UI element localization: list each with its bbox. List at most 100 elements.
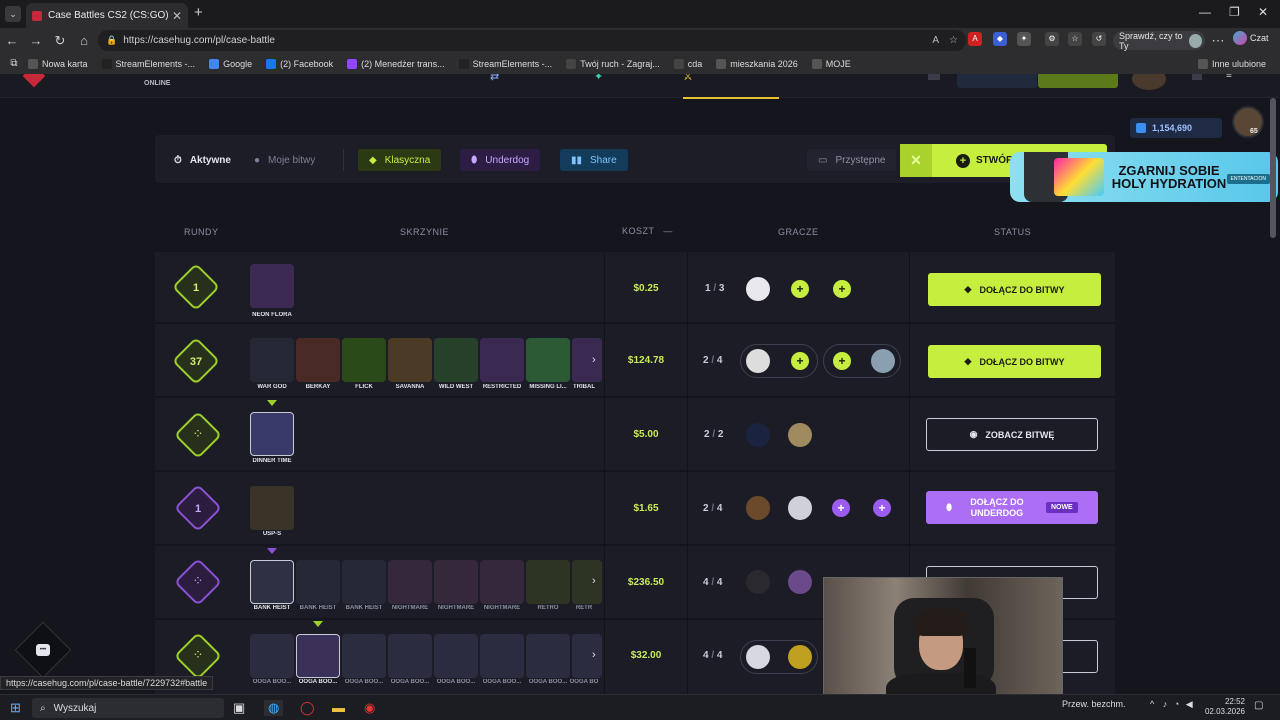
case-image[interactable] xyxy=(250,338,294,382)
extensions-icon[interactable]: ✦ xyxy=(1017,32,1031,46)
tray-chevron-icon[interactable]: ^ xyxy=(1150,699,1154,709)
filter-accessible[interactable]: ▭ Przystępne xyxy=(807,149,897,171)
casehug-logo-icon[interactable] xyxy=(22,74,46,88)
bookmark-item[interactable]: MOJE xyxy=(811,58,851,69)
bookmark-item[interactable]: StreamElements -... xyxy=(101,58,195,69)
chevron-right-icon[interactable]: › xyxy=(592,575,596,587)
split-screen-icon[interactable]: ⚙ xyxy=(1045,32,1059,46)
user-avatar[interactable] xyxy=(1232,106,1264,138)
player-avatar[interactable] xyxy=(788,423,812,447)
case-image[interactable] xyxy=(572,560,602,604)
weather-label[interactable]: Przew. bezchm. xyxy=(1062,699,1126,709)
favorite-star-icon[interactable]: ☆ xyxy=(949,35,958,46)
case-image[interactable] xyxy=(480,560,524,604)
case-image[interactable] xyxy=(296,560,340,604)
favorites-icon[interactable]: ☆ xyxy=(1068,32,1082,46)
tab-view-icon[interactable]: ⧉ xyxy=(0,58,28,69)
case-image[interactable] xyxy=(342,634,386,678)
bookmark-item[interactable]: StreamElements -... xyxy=(458,58,552,69)
filter-active[interactable]: ⏱ Aktywne xyxy=(163,149,242,171)
case-image[interactable] xyxy=(434,338,478,382)
bookmark-item[interactable]: Twój ruch - Zagraj... xyxy=(566,58,660,69)
read-aloud-icon[interactable]: A xyxy=(932,35,939,46)
player-avatar[interactable] xyxy=(746,645,770,669)
notifications-icon[interactable]: ▢ xyxy=(1254,700,1263,711)
case-image[interactable] xyxy=(572,634,602,678)
case-image[interactable] xyxy=(526,634,570,678)
refresh-icon[interactable]: ↻ xyxy=(48,33,72,49)
bookmark-item[interactable]: cda xyxy=(673,58,702,69)
case-image[interactable] xyxy=(526,560,570,604)
deposit-button[interactable] xyxy=(957,74,1037,88)
volume-icon[interactable]: ◀ xyxy=(1186,699,1193,709)
tab-actions-icon[interactable]: ⌄ xyxy=(5,6,21,22)
player-avatar[interactable] xyxy=(871,349,895,373)
balance-box[interactable]: 1,154,690 xyxy=(1130,118,1222,138)
view-battle-button[interactable]: ◉ ZOBACZ BITWĘ xyxy=(926,418,1098,451)
bookmark-item[interactable]: Google xyxy=(209,58,252,69)
case-image[interactable] xyxy=(434,634,478,678)
bookmark-item[interactable]: Nowa karta xyxy=(28,58,88,69)
case-image[interactable] xyxy=(526,338,570,382)
edge-icon[interactable]: ◍ xyxy=(264,700,284,716)
wifi-icon[interactable]: ◔ xyxy=(1174,699,1179,709)
page-scrollbar[interactable] xyxy=(1270,98,1276,238)
restore-icon[interactable]: ❐ xyxy=(1229,5,1240,19)
chevron-right-icon[interactable]: › xyxy=(592,354,596,366)
bookmark-item[interactable]: (2) Menedżer trans... xyxy=(347,58,445,69)
filter-share[interactable]: ▮▮ Share xyxy=(560,149,628,171)
windows-start-icon[interactable]: ⊞ xyxy=(10,700,21,716)
player-avatar[interactable] xyxy=(788,570,812,594)
clock[interactable]: 22:52 02.03.2026 xyxy=(1203,697,1245,717)
file-explorer-icon[interactable]: ▬ xyxy=(332,700,345,715)
user-avatar-top[interactable] xyxy=(1132,74,1166,90)
copilot-button[interactable]: Czat xyxy=(1233,31,1269,45)
opera-icon[interactable]: ◯ xyxy=(300,700,315,716)
skin-changer-icon[interactable]: ⇄ xyxy=(490,74,499,83)
case-image[interactable] xyxy=(572,338,602,382)
join-battle-button[interactable]: ◆ DOŁĄCZ DO BITWY xyxy=(928,273,1101,306)
case-image[interactable] xyxy=(296,338,340,382)
filter-underdog[interactable]: ⬮ Underdog xyxy=(460,149,541,171)
free-cases-icon[interactable]: ✦ xyxy=(594,74,603,83)
join-slot-plus-icon[interactable]: + xyxy=(833,280,851,298)
task-view-icon[interactable]: ▣ xyxy=(233,700,245,716)
case-image[interactable] xyxy=(250,264,294,308)
case-image[interactable] xyxy=(388,634,432,678)
bookmark-item[interactable]: (2) Facebook xyxy=(266,58,333,69)
filter-my-battles[interactable]: ● Moje bitwy xyxy=(243,149,326,171)
address-bar[interactable]: 🔒 https://casehug.com/pl/case-battle A ☆ xyxy=(98,30,966,51)
shield-extension-icon[interactable]: ◆ xyxy=(993,32,1007,46)
player-avatar[interactable] xyxy=(788,645,812,669)
case-image[interactable] xyxy=(250,560,294,604)
filter-classic[interactable]: ◆ Klasyczna xyxy=(358,149,442,171)
join-battle-button[interactable]: ◆ DOŁĄCZ DO BITWY xyxy=(928,345,1101,378)
menu-icon[interactable]: ≡ xyxy=(1226,74,1232,81)
more-menu-icon[interactable]: ⋯ xyxy=(1206,33,1230,49)
case-image[interactable] xyxy=(250,634,294,678)
player-avatar[interactable] xyxy=(746,277,770,301)
bookmark-item[interactable]: mieszkania 2026 xyxy=(716,58,798,69)
profile-button[interactable]: Sprawdź, czy to Ty xyxy=(1113,31,1205,51)
lock-icon[interactable]: 🔒 xyxy=(106,35,117,46)
case-image[interactable] xyxy=(296,634,340,678)
player-avatar[interactable] xyxy=(788,496,812,520)
notifications-icon[interactable] xyxy=(928,74,940,80)
promo-banner[interactable]: ZGARNIJ SOBIE HOLY HYDRATION ENTENTACION xyxy=(1010,152,1278,202)
player-avatar[interactable] xyxy=(746,496,770,520)
home-icon[interactable]: ⌂ xyxy=(72,33,96,48)
case-battle-nav-icon[interactable]: ⚔ xyxy=(683,74,693,83)
taskbar-search[interactable]: ⌕ Wyszukaj xyxy=(32,698,224,718)
player-avatar[interactable] xyxy=(746,349,770,373)
case-image[interactable] xyxy=(250,486,294,530)
join-slot-plus-icon[interactable]: + xyxy=(791,352,809,370)
adblock-extension-icon[interactable]: A xyxy=(968,32,982,46)
case-image[interactable] xyxy=(250,412,294,456)
obs-icon[interactable]: ◉ xyxy=(364,700,375,716)
case-image[interactable] xyxy=(480,634,524,678)
join-underdog-button[interactable]: ⬮ DOŁĄCZ DO UNDERDOG NOWE xyxy=(926,491,1098,524)
join-slot-plus-icon[interactable]: + xyxy=(832,499,850,517)
minimize-icon[interactable]: — xyxy=(1199,5,1211,19)
new-tab-icon[interactable]: + xyxy=(194,4,203,21)
join-slot-plus-icon[interactable]: + xyxy=(873,499,891,517)
